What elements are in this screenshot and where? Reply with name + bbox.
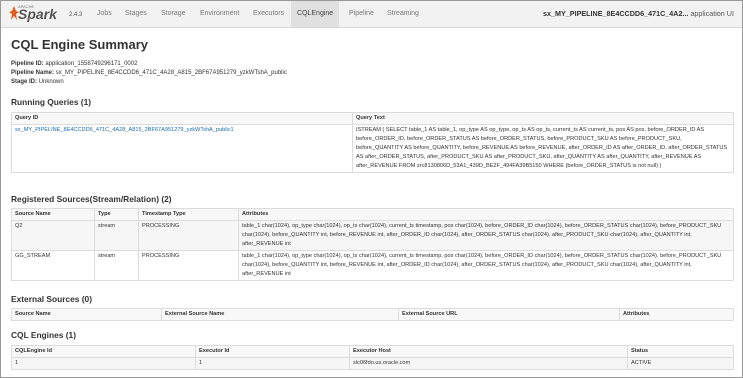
column-header[interactable]: Source Name	[11, 208, 95, 221]
engine-id-cell: 1	[11, 357, 196, 370]
pipeline-name-line: Pipeline Name: sx_MY_PIPELINE_8E4CCDD6_4…	[11, 70, 287, 76]
column-header[interactable]: Executor Host	[349, 345, 628, 358]
table-row: Q2 stream PROCESSING table_1 char(1024),…	[11, 220, 734, 251]
query-id-link[interactable]: sx_MY_PIPELINE_8E4CCDD6_471C_4A28_A815_2…	[15, 127, 234, 133]
source-type-cell: stream	[94, 250, 139, 281]
app-title: sx_MY_PIPELINE_8E4CCDD6_471C_4A2... appl…	[543, 1, 734, 27]
executor-id-cell: 1	[195, 357, 350, 370]
top-navbar: APACHE Spark 2.4.3 Jobs Stages Storage E…	[1, 1, 742, 28]
pipeline-name-value: sx_MY_PIPELINE_8E4CCDD6_471C_4A28_A815_2…	[55, 70, 287, 76]
page-title: CQL Engine Summary	[11, 37, 149, 52]
pipeline-name-label: Pipeline Name:	[11, 70, 55, 76]
table-row: GG_STREAM stream PROCESSING table_1 char…	[11, 250, 734, 281]
registered-sources-heading[interactable]: Registered Sources(Stream/Relation) (2)	[11, 194, 172, 204]
tab-cqlengine[interactable]: CQLEngine	[291, 1, 340, 27]
tab-stages[interactable]: Stages	[119, 1, 153, 27]
external-sources-heading[interactable]: External Sources (0)	[11, 294, 92, 304]
browser-frame: APACHE Spark 2.4.3 Jobs Stages Storage E…	[0, 0, 743, 378]
table-header-row: Source Name External Source Name Externa…	[11, 308, 734, 321]
cql-engines-table: CQLEngine Id Executor Id Executor Host S…	[11, 345, 734, 370]
spark-logo[interactable]: APACHE Spark 2.4.3	[9, 4, 89, 24]
external-sources-table: Source Name External Source Name Externa…	[11, 308, 734, 321]
source-name-cell: Q2	[11, 220, 95, 251]
tab-storage[interactable]: Storage	[155, 1, 192, 27]
stage-id-label: Stage ID:	[11, 79, 38, 85]
tab-executors[interactable]: Executors	[247, 1, 290, 27]
running-queries-table: Query ID Query Text sx_MY_PIPELINE_8E4CC…	[11, 112, 734, 173]
column-header[interactable]: Type	[94, 208, 139, 221]
column-header[interactable]: External Source URL	[398, 308, 620, 321]
cql-engines-heading[interactable]: CQL Engines (1)	[11, 330, 76, 340]
source-type-cell: stream	[94, 220, 139, 251]
executor-host-cell: slc06fdo.us.oracle.com	[349, 357, 628, 370]
timestamp-type-cell: PROCESSING	[138, 220, 239, 251]
table-row: sx_MY_PIPELINE_8E4CCDD6_471C_4A28_A815_2…	[11, 124, 734, 173]
app-suffix: application UI	[690, 9, 734, 18]
table-header-row: Query ID Query Text	[11, 112, 734, 125]
query-text-cell: ISTREAM ( SELECT table_1 AS table_1, op_…	[352, 124, 734, 173]
spark-version: 2.4.3	[69, 12, 83, 18]
column-header[interactable]: Timestamp Type	[138, 208, 239, 221]
tab-streaming[interactable]: Streaming	[381, 1, 425, 27]
registered-sources-table: Source Name Type Timestamp Type Attribut…	[11, 208, 734, 281]
stage-id-line: Stage ID: Unknown	[11, 79, 64, 85]
pipeline-id-label: Pipeline ID:	[11, 61, 44, 67]
table-header-row: Source Name Type Timestamp Type Attribut…	[11, 208, 734, 221]
source-name-cell: GG_STREAM	[11, 250, 95, 281]
tab-pipeline[interactable]: Pipeline	[343, 1, 380, 27]
tab-environment[interactable]: Environment	[194, 1, 245, 27]
pipeline-id-value: application_1558749296171_0002	[45, 61, 138, 67]
column-header[interactable]: Query Text	[352, 112, 734, 125]
app-name: sx_MY_PIPELINE_8E4CCDD6_471C_4A2...	[543, 9, 689, 18]
column-header[interactable]: Source Name	[11, 308, 162, 321]
column-header[interactable]: Attributes	[238, 208, 734, 221]
brand-spark: Spark	[18, 6, 57, 22]
attributes-cell: table_1 char(1024), op_type char(1024), …	[238, 250, 734, 281]
status-cell: ACTIVE	[627, 357, 734, 370]
column-header[interactable]: Status	[627, 345, 734, 358]
tab-jobs[interactable]: Jobs	[91, 1, 118, 27]
running-queries-heading[interactable]: Running Queries (1)	[11, 97, 91, 107]
column-header[interactable]: Executor Id	[195, 345, 350, 358]
table-row: 1 1 slc06fdo.us.oracle.com ACTIVE	[11, 357, 734, 370]
query-id-cell: sx_MY_PIPELINE_8E4CCDD6_471C_4A28_A815_2…	[11, 124, 353, 173]
pipeline-id-line: Pipeline ID: application_1558749296171_0…	[11, 61, 137, 67]
table-header-row: CQLEngine Id Executor Id Executor Host S…	[11, 345, 734, 358]
timestamp-type-cell: PROCESSING	[138, 250, 239, 281]
column-header[interactable]: External Source Name	[161, 308, 399, 321]
stage-id-value: Unknown	[38, 79, 64, 85]
column-header[interactable]: CQLEngine Id	[11, 345, 196, 358]
column-header[interactable]: Attributes	[619, 308, 734, 321]
column-header[interactable]: Query ID	[11, 112, 353, 125]
attributes-cell: table_1 char(1024), op_type char(1024), …	[238, 220, 734, 251]
